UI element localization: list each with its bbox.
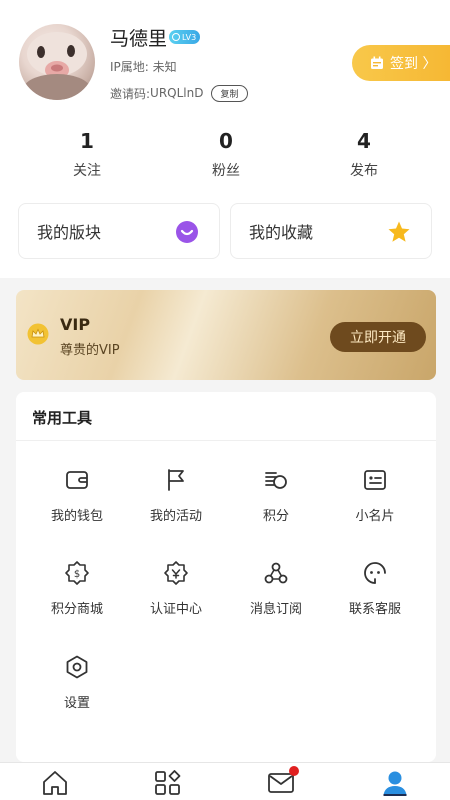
sign-in-label: 签到 〉 (390, 56, 437, 72)
stat-posts[interactable]: 4 发布 (314, 128, 414, 180)
my-favorites-label: 我的收藏 (249, 223, 314, 242)
unread-badge (289, 766, 299, 776)
stat-posts-value: 4 (357, 129, 371, 153)
tool-certification-label: 认证中心 (149, 602, 202, 617)
tools-panel: 常用工具 我的钱包 我的活动 积分 小名片 $ 积分商城 认证中心 消息订阅 联… (16, 392, 436, 762)
tool-wallet-label: 我的钱包 (50, 509, 103, 524)
tool-activities[interactable]: 我的活动 (126, 467, 226, 524)
svg-text:$: $ (74, 569, 80, 580)
invite-code: URQLlnD (150, 86, 204, 100)
tool-settings-label: 设置 (63, 696, 90, 711)
tab-apps[interactable] (153, 768, 183, 798)
stat-posts-label: 发布 (350, 163, 378, 179)
tab-messages[interactable] (266, 766, 299, 798)
tool-settings[interactable]: 设置 (27, 654, 127, 711)
apps-icon (155, 770, 181, 795)
tab-profile[interactable] (380, 768, 410, 798)
tool-points-mall[interactable]: $ 积分商城 (27, 560, 127, 617)
flag-icon (168, 469, 184, 491)
avatar-image (23, 32, 91, 100)
tool-business-card[interactable]: 小名片 (325, 467, 425, 524)
tool-points-label: 积分 (262, 509, 289, 524)
tool-activities-label: 我的活动 (149, 509, 202, 524)
name-row: 马德里 LV3 (110, 24, 201, 50)
tool-subscription-label: 消息订阅 (249, 602, 302, 617)
stats-row: 1 关注 0 粉丝 4 发布 (0, 128, 450, 184)
invite-label: 邀请码: (110, 86, 151, 101)
stat-followers[interactable]: 0 粉丝 (176, 128, 276, 180)
avatar[interactable] (19, 24, 95, 100)
star-icon (388, 221, 410, 242)
ip-location: IP属地: 未知 (110, 60, 177, 74)
level-badge: LV3 (169, 30, 201, 44)
tool-points[interactable]: 积分 (226, 467, 326, 524)
customer-service-icon (364, 562, 386, 584)
wallet-icon (66, 471, 88, 489)
user-name: 马德里 (110, 27, 168, 50)
home-icon (43, 771, 67, 795)
my-favorites-card[interactable]: 我的收藏 (230, 203, 432, 259)
level-badge-label: LV3 (182, 32, 197, 42)
tool-business-card-label: 小名片 (355, 509, 395, 524)
subscription-icon (264, 562, 288, 584)
profile-header: 马德里 LV3 IP属地: 未知 邀请码: URQLlnD 复制 签到 〉 1 … (0, 0, 450, 278)
vip-title: VIP (60, 315, 91, 334)
invite-row: 邀请码: URQLlnD 复制 (110, 84, 248, 102)
stat-followers-value: 0 (219, 129, 233, 153)
bottom-tab-bar (0, 762, 450, 800)
tool-certification[interactable]: 认证中心 (126, 560, 226, 617)
settings-icon (66, 655, 88, 679)
level-icon (172, 33, 181, 41)
calendar-icon (371, 56, 383, 69)
my-boards-label: 我的版块 (37, 223, 102, 242)
tool-customer-service-label: 联系客服 (348, 602, 401, 617)
tool-points-mall-label: 积分商城 (50, 602, 103, 617)
tool-customer-service[interactable]: 联系客服 (325, 560, 425, 617)
sign-in-button[interactable]: 签到 〉 (352, 45, 450, 81)
tool-wallet[interactable]: 我的钱包 (27, 467, 127, 524)
vip-open-button[interactable]: 立即开通 (330, 322, 426, 352)
coins-icon (265, 472, 287, 489)
tab-home[interactable] (40, 768, 70, 798)
profile-icon (383, 771, 407, 796)
points-mall-icon: $ (65, 561, 89, 585)
stat-followers-label: 粉丝 (212, 163, 240, 179)
crown-icon (27, 323, 49, 345)
my-boards-card[interactable]: 我的版块 (18, 203, 220, 259)
stat-following-value: 1 (80, 129, 94, 153)
chat-bubble-icon (176, 221, 198, 243)
tool-subscription[interactable]: 消息订阅 (226, 560, 326, 617)
certification-icon (164, 561, 188, 585)
tools-divider (16, 440, 436, 441)
id-card-icon (364, 470, 386, 490)
vip-subtitle: 尊贵的VIP (60, 343, 120, 358)
vip-banner[interactable]: VIP 尊贵的VIP 立即开通 (16, 290, 436, 380)
stat-following-label: 关注 (73, 163, 101, 179)
stat-following[interactable]: 1 关注 (37, 128, 137, 180)
copy-button[interactable]: 复制 (211, 84, 248, 102)
tools-title: 常用工具 (32, 409, 93, 427)
